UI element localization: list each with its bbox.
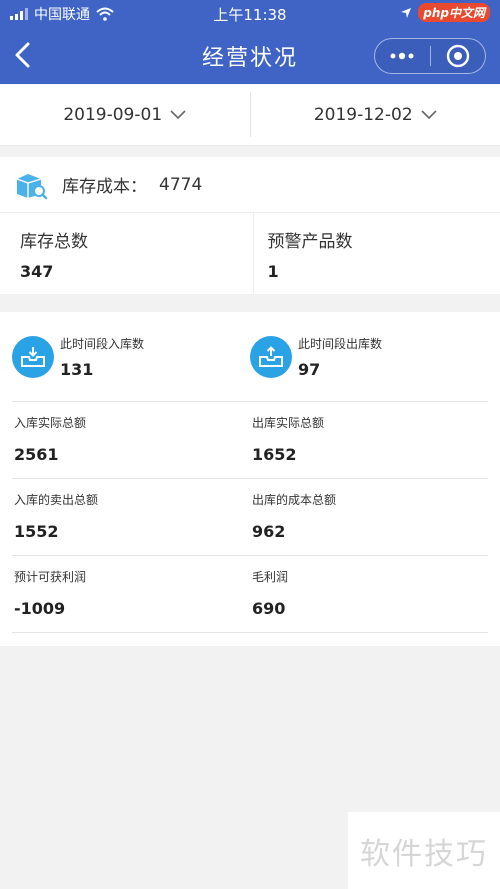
- end-date-picker[interactable]: 2019-12-02: [251, 84, 500, 145]
- more-dots-icon: [390, 52, 414, 60]
- expected-profit-label: 预计可获利润: [14, 570, 87, 584]
- target-close-icon: [446, 44, 469, 68]
- flow-cell: 出库的成本总额 962: [250, 479, 488, 555]
- start-date-picker[interactable]: 2019-09-01: [0, 84, 250, 145]
- inventory-total-label: 库存总数: [20, 232, 88, 252]
- flow-row: 入库实际总额 2561 出库实际总额 1652: [12, 402, 488, 479]
- more-button[interactable]: [375, 39, 430, 73]
- inbound-sales-total-label: 入库的卖出总额: [14, 493, 99, 507]
- date-range-bar: 2019-09-01 2019-12-02: [0, 84, 500, 146]
- warning-products-value: 1: [267, 262, 279, 281]
- flow-cell: 毛利润 690: [250, 556, 488, 632]
- warning-products: 预警产品数 1: [252, 213, 500, 293]
- miniprogram-capsule: [374, 38, 486, 74]
- outbound-count-label: 此时间段出库数: [298, 336, 383, 351]
- gross-profit-value: 690: [252, 599, 286, 618]
- inventory-cost-label: 库存成本：: [62, 177, 147, 197]
- outbound-actual-total-value: 1652: [252, 445, 297, 464]
- gross-profit-label: 毛利润: [252, 570, 289, 584]
- flow-cell: 入库实际总额 2561: [12, 402, 250, 478]
- chevron-down-icon: [421, 109, 437, 119]
- inbound-actual-total-label: 入库实际总额: [14, 416, 87, 430]
- close-miniprogram-button[interactable]: [431, 39, 486, 73]
- outbound-actual-total-label: 出库实际总额: [252, 416, 325, 430]
- inbound-count-value: 131: [60, 359, 94, 379]
- inventory-cost-value: 4774: [159, 174, 203, 195]
- watermark-text: 软件技巧: [348, 812, 500, 889]
- flow-row: 入库的卖出总额 1552 出库的成本总额 962: [12, 479, 488, 556]
- inventory-box-icon: [16, 173, 48, 199]
- flow-summary-row: 此时间段入库数 131 此时间段出库数 97: [12, 312, 488, 402]
- start-date-value: 2019-09-01: [63, 104, 163, 125]
- inventory-stats-row: 库存总数 347 预警产品数 1: [0, 213, 500, 293]
- outbound-cost-total-label: 出库的成本总额: [252, 493, 337, 507]
- expected-profit-value: -1009: [14, 599, 66, 618]
- inventory-cost-row: 库存成本： 4774: [0, 157, 500, 213]
- status-right: php中文网: [400, 3, 490, 22]
- end-date-value: 2019-12-02: [313, 104, 413, 125]
- watermark-badge: php中文网: [418, 3, 490, 22]
- outbound-count-value: 97: [298, 359, 321, 379]
- inventory-card: 库存成本： 4774 库存总数 347 预警产品数 1: [0, 157, 500, 294]
- flow-row: 预计可获利润 -1009 毛利润 690: [12, 556, 488, 633]
- flow-cell: 预计可获利润 -1009: [12, 556, 250, 632]
- flow-cell: 出库实际总额 1652: [250, 402, 488, 478]
- flow-cell: 入库的卖出总额 1552: [12, 479, 250, 555]
- inbound-count-label: 此时间段入库数: [60, 336, 145, 351]
- inbound-actual-total-value: 2561: [14, 445, 59, 464]
- inventory-total-value: 347: [20, 262, 54, 281]
- inbound-sales-total-value: 1552: [14, 522, 59, 541]
- chevron-down-icon: [170, 109, 186, 119]
- inbox-icon: [12, 335, 54, 378]
- nav-bar: 经营状况: [0, 26, 500, 84]
- status-bar: 中国联通 上午11:38 php中文网: [0, 0, 500, 26]
- inbound-summary: 此时间段入库数 131: [12, 312, 250, 401]
- outbound-summary: 此时间段出库数 97: [250, 312, 488, 401]
- outbound-cost-total-value: 962: [252, 522, 286, 541]
- inventory-total: 库存总数 347: [0, 213, 253, 293]
- location-arrow-icon: [401, 7, 412, 18]
- warning-products-label: 预警产品数: [267, 232, 353, 252]
- outbox-icon: [250, 335, 292, 378]
- stock-flow-card: 此时间段入库数 131 此时间段出库数 97 入库实际总额 2561 出库实际总…: [0, 312, 500, 646]
